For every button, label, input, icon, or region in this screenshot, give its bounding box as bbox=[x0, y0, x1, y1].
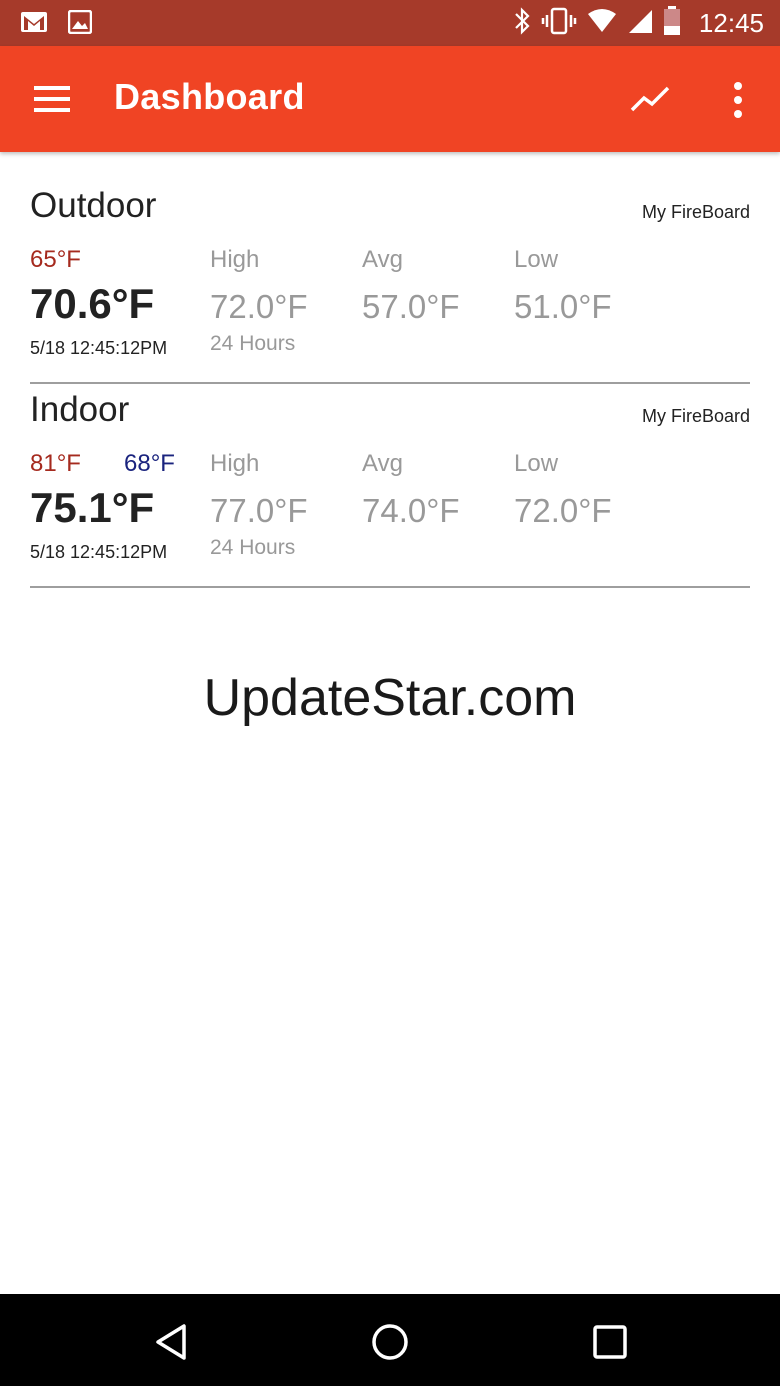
stat-avg-label: Avg bbox=[362, 246, 403, 273]
stat-period: 24 Hours bbox=[210, 332, 296, 355]
signal-icon bbox=[627, 8, 653, 39]
stat-avg: Avg 57.0°F bbox=[362, 246, 460, 326]
current-temperature: 75.1°F bbox=[30, 484, 155, 531]
stat-low-value: 51.0°F bbox=[514, 288, 612, 325]
stat-high-value: 77.0°F bbox=[210, 492, 308, 529]
stat-period: 24 Hours bbox=[210, 536, 296, 559]
menu-icon[interactable] bbox=[34, 84, 72, 114]
alarm-high: 65°F bbox=[30, 246, 81, 273]
stat-high-label: High bbox=[210, 246, 260, 273]
channel-name: Outdoor bbox=[30, 186, 157, 225]
status-bar: 12:45 bbox=[0, 0, 780, 46]
wifi-icon bbox=[587, 8, 617, 39]
stat-high-label: High bbox=[210, 450, 260, 477]
stat-avg-label: Avg bbox=[362, 450, 403, 477]
chart-icon[interactable] bbox=[628, 82, 672, 118]
stat-low-value: 72.0°F bbox=[514, 492, 612, 529]
stat-low-label: Low bbox=[514, 450, 559, 477]
channel-card-indoor[interactable]: Indoor My FireBoard 81°F 68°F 75.1°F 5/1… bbox=[30, 356, 750, 588]
vibrate-icon bbox=[541, 6, 577, 41]
channel-card-outdoor[interactable]: Outdoor My FireBoard 65°F 70.6°F 5/18 12… bbox=[30, 152, 750, 384]
stat-low: Low 51.0°F bbox=[514, 246, 612, 326]
watermark-text: UpdateStar.com bbox=[203, 669, 577, 727]
bluetooth-icon bbox=[513, 6, 531, 41]
navigation-bar bbox=[0, 1294, 780, 1386]
current-temperature: 70.6°F bbox=[30, 280, 155, 327]
stat-high-value: 72.0°F bbox=[210, 288, 308, 325]
card-divider bbox=[30, 586, 750, 588]
device-name: My FireBoard bbox=[641, 202, 750, 222]
gmail-icon bbox=[20, 10, 48, 39]
alarm-low: 68°F bbox=[124, 450, 175, 477]
recents-icon[interactable] bbox=[588, 1320, 632, 1364]
battery-icon bbox=[663, 6, 681, 41]
home-icon[interactable] bbox=[368, 1320, 412, 1364]
image-icon bbox=[67, 9, 93, 39]
page-title: Dashboard bbox=[114, 76, 305, 117]
more-vert-icon[interactable] bbox=[726, 80, 750, 120]
alarm-high: 81°F bbox=[30, 450, 81, 477]
channel-name: Indoor bbox=[30, 390, 130, 429]
reading-timestamp: 5/18 12:45:12PM bbox=[30, 542, 168, 562]
stat-avg-value: 74.0°F bbox=[362, 492, 460, 529]
stat-avg-value: 57.0°F bbox=[362, 288, 460, 325]
stat-high: High 72.0°F 24 Hours bbox=[210, 246, 308, 356]
stat-low: Low 72.0°F bbox=[514, 450, 612, 530]
device-name: My FireBoard bbox=[641, 406, 750, 426]
app-bar: Dashboard bbox=[0, 46, 780, 152]
status-time: 12:45 bbox=[698, 8, 764, 38]
back-icon[interactable] bbox=[150, 1320, 194, 1364]
stat-avg: Avg 74.0°F bbox=[362, 450, 460, 530]
stat-low-label: Low bbox=[514, 246, 559, 273]
stat-high: High 77.0°F 24 Hours bbox=[210, 450, 308, 560]
